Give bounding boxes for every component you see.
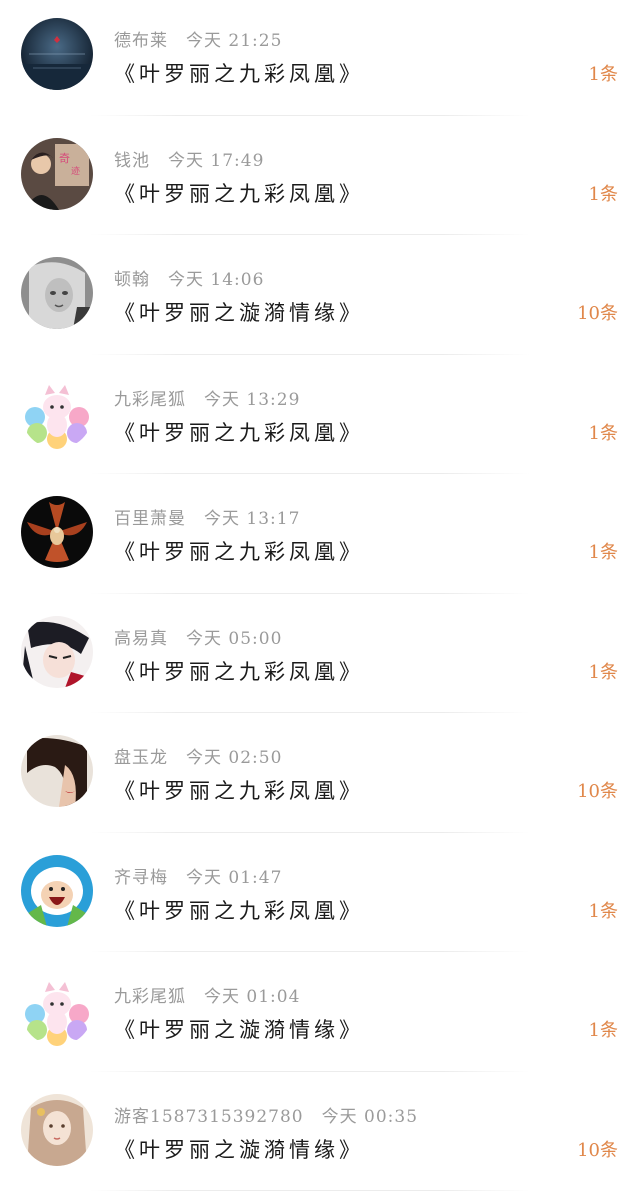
work-title[interactable]: 《叶罗丽之九彩凤凰》: [114, 417, 364, 447]
message-meta: 游客1587315392780 今天 00:35: [114, 1102, 418, 1127]
list-item[interactable]: 盘玉龙 今天 02:50 《叶罗丽之九彩凤凰》 10条: [0, 717, 640, 837]
list-item[interactable]: 德布莱 今天 21:25 《叶罗丽之九彩凤凰》 1条: [0, 0, 640, 120]
message-count: 1条: [588, 542, 618, 563]
message-time: 今天 01:04: [204, 987, 301, 1007]
sender-name: 顿翰: [114, 270, 150, 290]
rainbow-fox-avatar-icon: [21, 376, 93, 449]
svg-text:迹: 迹: [71, 165, 80, 177]
message-count: 10条: [577, 781, 618, 802]
message-meta: 钱池 今天 17:49: [114, 146, 264, 171]
message-count: 1条: [588, 900, 618, 922]
sender-name: 德布莱: [114, 31, 168, 51]
message-count: 1条: [588, 64, 618, 85]
divider: [90, 1070, 530, 1072]
work-title[interactable]: 《叶罗丽之九彩凤凰》: [114, 656, 364, 686]
divider: [90, 353, 530, 355]
list-item[interactable]: 九彩尾狐 今天 13:29 《叶罗丽之九彩凤凰》 1条: [0, 359, 640, 479]
message-count: 1条: [588, 183, 618, 205]
work-title[interactable]: 《叶罗丽之九彩凤凰》: [114, 775, 364, 805]
divider: [90, 712, 530, 713]
divider: [90, 114, 530, 116]
work-title[interactable]: 《叶罗丽之九彩凤凰》: [114, 178, 364, 208]
message-time: 今天 14:06: [168, 270, 265, 290]
message-time: 今天 01:47: [186, 867, 283, 888]
red-lips-girl-avatar-icon: [21, 735, 93, 807]
avatar[interactable]: [21, 376, 93, 449]
bw-blonde-girl-avatar-icon: [21, 257, 93, 329]
work-title[interactable]: 《叶罗丽之漩漪情缘》: [114, 1134, 364, 1164]
message-meta: 百里萧曼 今天 13:17: [114, 504, 300, 529]
rainbow-fox-avatar-icon: [21, 974, 93, 1046]
divider: [90, 1190, 530, 1191]
vintage-girl-avatar-icon: [21, 1093, 93, 1166]
message-time: 今天 17:49: [168, 150, 265, 171]
work-title[interactable]: 《叶罗丽之九彩凤凰》: [114, 895, 364, 925]
message-count: 10条: [577, 303, 618, 324]
avatar[interactable]: [21, 615, 93, 688]
work-title[interactable]: 《叶罗丽之九彩凤凰》: [114, 536, 364, 566]
svg-text:奇: 奇: [59, 152, 70, 165]
message-list: 德布莱 今天 21:25 《叶罗丽之九彩凤凰》 1条 奇 迹 钱池 今天 17:49…: [0, 0, 640, 1199]
list-item[interactable]: 游客1587315392780 今天 00:35 《叶罗丽之漩漪情缘》 10条: [0, 1076, 640, 1196]
avatar[interactable]: [21, 496, 93, 568]
avatar[interactable]: [21, 974, 93, 1046]
avatar[interactable]: [21, 18, 93, 90]
list-item[interactable]: 齐寻梅 今天 01:47 《叶罗丽之九彩凤凰》 1条: [0, 837, 640, 957]
anime-dark-hair-avatar-icon: [21, 615, 93, 688]
list-item[interactable]: 百里萧曼 今天 13:17 《叶罗丽之九彩凤凰》 1条: [0, 478, 640, 598]
message-time: 今天 00:35: [321, 1106, 419, 1127]
message-time: 今天 13:29: [204, 389, 301, 410]
message-count: 1条: [588, 422, 618, 444]
sender-name: 九彩尾狐: [114, 389, 186, 410]
divider: [90, 592, 530, 594]
dark-blue-scene-avatar-icon: [21, 18, 93, 90]
cartoon-shouting-avatar-icon: [21, 854, 93, 927]
list-item[interactable]: 九彩尾狐 今天 01:04 《叶罗丽之漩漪情缘》 1条: [0, 956, 640, 1076]
divider: [90, 234, 530, 235]
sender-name: 高易真: [114, 628, 168, 649]
message-time: 今天 21:25: [186, 31, 283, 51]
sender-name: 游客1587315392780: [114, 1106, 304, 1127]
sender-name: 百里萧曼: [114, 509, 186, 529]
divider: [90, 951, 530, 952]
message-time: 今天 13:17: [204, 509, 301, 529]
divider: [90, 831, 530, 833]
avatar[interactable]: [21, 1093, 93, 1166]
sender-name: 盘玉龙: [114, 748, 168, 768]
list-item[interactable]: 奇 迹 钱池 今天 17:49 《叶罗丽之九彩凤凰》 1条: [0, 120, 640, 240]
list-item[interactable]: 高易真 今天 05:00 《叶罗丽之九彩凤凰》 1条: [0, 598, 640, 718]
message-count: 1条: [588, 661, 618, 683]
work-title[interactable]: 《叶罗丽之漩漪情缘》: [114, 297, 364, 327]
message-meta: 顿翰 今天 14:06: [114, 265, 264, 290]
message-time: 今天 02:50: [186, 748, 283, 768]
message-count: 10条: [577, 1139, 618, 1161]
message-meta: 九彩尾狐 今天 13:29: [114, 385, 300, 410]
list-item[interactable]: 顿翰 今天 14:06 《叶罗丽之漩漪情缘》 10条: [0, 239, 640, 359]
boy-with-poster-avatar-icon: 奇 迹: [21, 137, 93, 210]
sender-name: 钱池: [114, 150, 150, 171]
message-meta: 高易真 今天 05:00: [114, 624, 282, 649]
sender-name: 九彩尾狐: [114, 987, 186, 1007]
work-title[interactable]: 《叶罗丽之漩漪情缘》: [114, 1014, 364, 1044]
avatar[interactable]: [21, 257, 93, 329]
orchid-flower-avatar-icon: [21, 496, 93, 568]
message-meta: 齐寻梅 今天 01:47: [114, 863, 282, 888]
divider: [90, 473, 530, 474]
avatar[interactable]: [21, 854, 93, 927]
message-count: 1条: [588, 1020, 618, 1041]
avatar[interactable]: [21, 735, 93, 807]
message-meta: 盘玉龙 今天 02:50: [114, 743, 282, 768]
avatar[interactable]: 奇 迹: [21, 137, 93, 210]
message-time: 今天 05:00: [186, 628, 283, 649]
work-title[interactable]: 《叶罗丽之九彩凤凰》: [114, 58, 364, 88]
sender-name: 齐寻梅: [114, 867, 168, 888]
message-meta: 德布莱 今天 21:25: [114, 26, 282, 51]
message-meta: 九彩尾狐 今天 01:04: [114, 982, 300, 1007]
